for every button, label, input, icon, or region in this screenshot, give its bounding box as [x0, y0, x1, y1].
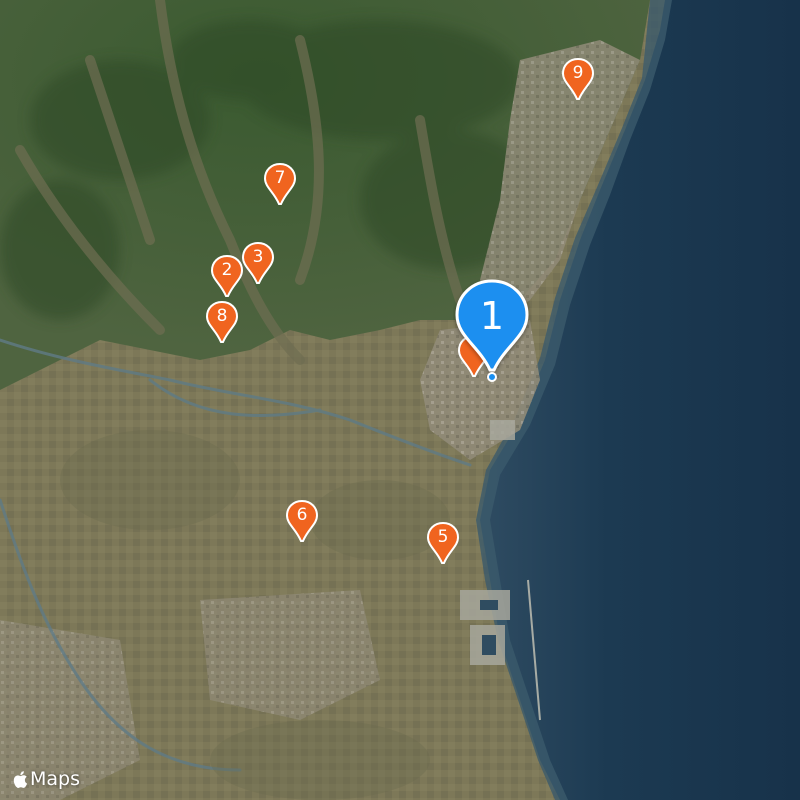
map-pin-2[interactable]: 2 — [210, 254, 244, 298]
map-pin-label: 9 — [572, 63, 584, 83]
attribution-text: Maps — [30, 768, 80, 790]
map-pin-label: 6 — [296, 505, 308, 525]
selected-map-pin-1[interactable]: 1 — [453, 278, 531, 374]
map-pin-7[interactable]: 7 — [263, 162, 297, 206]
map-pin-label: 7 — [274, 168, 286, 188]
map-pin-8[interactable]: 8 — [205, 300, 239, 344]
map-pin-6[interactable]: 6 — [285, 499, 319, 543]
map-pin-label: 3 — [252, 247, 264, 267]
map-pin-label: 2 — [221, 260, 233, 280]
map-pin-label: 8 — [216, 306, 228, 326]
map-pin-9[interactable]: 9 — [561, 57, 595, 101]
map-pin-5[interactable]: 5 — [426, 521, 460, 565]
apple-logo-icon — [13, 770, 28, 788]
location-dot — [487, 372, 497, 382]
map-pin-3[interactable]: 3 — [241, 241, 275, 285]
selected-map-pin-label: 1 — [479, 294, 505, 338]
map-pin-label: 5 — [437, 527, 449, 547]
satellite-terrain[interactable] — [0, 0, 800, 800]
satellite-map[interactable]: 2 3 5 6 7 8 9 1 Maps — [0, 0, 800, 800]
maps-attribution[interactable]: Maps — [12, 768, 80, 790]
